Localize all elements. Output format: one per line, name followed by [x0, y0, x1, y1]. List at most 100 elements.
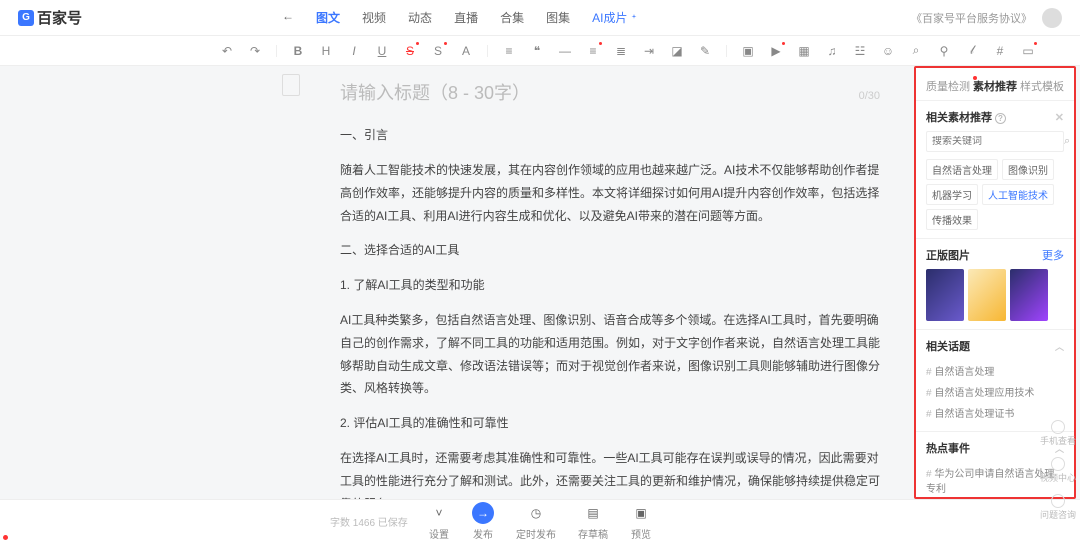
indent-icon[interactable]: ⇥: [642, 44, 656, 58]
font-color-icon[interactable]: A: [459, 44, 473, 58]
eraser-icon[interactable]: ◪: [670, 44, 684, 58]
eye-icon: ▣: [630, 502, 652, 524]
tag-item[interactable]: 传播效果: [926, 209, 978, 230]
stock-image[interactable]: [1010, 269, 1048, 321]
notification-dot-icon: [3, 535, 8, 540]
word-count: 字数 1466 已保存: [330, 514, 408, 529]
clock-icon: ◷: [525, 502, 547, 524]
strike-icon[interactable]: S: [403, 44, 417, 58]
avatar[interactable]: [1042, 8, 1062, 28]
arrow-right-icon: →: [472, 502, 494, 524]
topic-item[interactable]: 自然语言处理: [926, 360, 1064, 381]
rec-title: 相关素材推荐: [926, 112, 992, 124]
superscript-icon[interactable]: S: [431, 44, 445, 58]
search-input[interactable]: [932, 136, 1064, 147]
underline-icon[interactable]: U: [375, 44, 389, 58]
hash-icon[interactable]: #: [993, 44, 1007, 58]
sticker-icon[interactable]: ☺: [881, 44, 895, 58]
panel-tab-quality[interactable]: 质量检测: [926, 78, 970, 94]
page-stamp-icon: [282, 74, 300, 96]
nav-tab-feed[interactable]: 动态: [408, 9, 432, 26]
side-video-center[interactable]: 视频中心: [1040, 457, 1076, 484]
hr-icon[interactable]: —: [558, 44, 572, 58]
left-gutter: [0, 66, 310, 499]
link-icon[interactable]: 𝓁: [965, 43, 979, 58]
title-counter: 0/30: [859, 86, 880, 107]
schedule-button[interactable]: ◷ 定时发布: [516, 502, 556, 541]
align-icon[interactable]: ≡: [502, 44, 516, 58]
stock-image[interactable]: [968, 269, 1006, 321]
images-more[interactable]: 更多: [1042, 247, 1064, 263]
list-ol-icon[interactable]: ≡: [586, 44, 600, 58]
logo-icon: G: [18, 10, 34, 26]
audio-icon[interactable]: ♫: [825, 44, 839, 58]
panel-tab-material[interactable]: 素材推荐: [973, 78, 1017, 94]
stock-image[interactable]: [926, 269, 964, 321]
tag-item[interactable]: 人工智能技术: [982, 184, 1054, 205]
italic-icon[interactable]: I: [347, 44, 361, 58]
undo-icon[interactable]: ↶: [220, 44, 234, 58]
tag-item[interactable]: 机器学习: [926, 184, 978, 205]
side-help[interactable]: 问题咨询: [1040, 494, 1076, 521]
vote-icon[interactable]: ☳: [853, 44, 867, 58]
body-para[interactable]: 1. 了解AI工具的类型和功能: [340, 274, 880, 297]
nav-tab-text[interactable]: 图文: [316, 9, 340, 26]
body-para[interactable]: 二、选择合适的AI工具: [340, 239, 880, 262]
panel-tab-template[interactable]: 样式模板: [1020, 78, 1064, 94]
save-icon: ▤: [582, 502, 604, 524]
body-para[interactable]: 在选择AI工具时，还需要考虑其准确性和可靠性。一些AI工具可能存在误判或误导的情…: [340, 447, 880, 499]
nav-tab-ai-video[interactable]: AI成片: [592, 9, 639, 26]
quote-icon[interactable]: ❝: [530, 44, 544, 58]
chevron-down-icon: ˅: [428, 502, 450, 524]
app-header: G 百家号 ← 图文 视频 动态 直播 合集 图集 AI成片 《百家号平台服务协…: [0, 0, 1080, 36]
side-phone-preview[interactable]: 手机查看: [1040, 420, 1076, 447]
hot-title: 热点事件: [926, 440, 970, 456]
nav-tab-live[interactable]: 直播: [454, 9, 478, 26]
draft-button[interactable]: ▤ 存草稿: [578, 502, 608, 541]
card-icon[interactable]: ▭: [1021, 44, 1035, 58]
search-icon[interactable]: ⌕: [909, 43, 923, 58]
video-icon[interactable]: ▶: [769, 44, 783, 58]
body-para[interactable]: AI工具种类繁多，包括自然语言处理、图像识别、语音合成等多个领域。在选择AI工具…: [340, 309, 880, 400]
redo-icon[interactable]: ↷: [248, 44, 262, 58]
nav-tab-video[interactable]: 视频: [362, 9, 386, 26]
list-ul-icon[interactable]: ≣: [614, 44, 628, 58]
title-input[interactable]: 请输入标题（8 - 30字）: [340, 76, 530, 110]
nav-back[interactable]: ←: [282, 9, 294, 26]
search-icon[interactable]: ⌕: [1064, 135, 1070, 148]
image-icon[interactable]: ▣: [741, 44, 755, 58]
body-para[interactable]: 一、引言: [340, 124, 880, 147]
tag-item[interactable]: 自然语言处理: [926, 159, 998, 180]
body-para[interactable]: 随着人工智能技术的快速发展，其在内容创作领域的应用也越来越广泛。AI技术不仅能够…: [340, 159, 880, 227]
footer-bar: 字数 1466 已保存 ˅ 设置 → 发布 ◷ 定时发布 ▤ 存草稿 ▣ 预览: [0, 499, 1080, 543]
broom-icon[interactable]: ✎: [698, 44, 712, 58]
images-title: 正版图片: [926, 247, 970, 263]
table-icon[interactable]: ▦: [797, 44, 811, 58]
help-icon[interactable]: ?: [995, 113, 1006, 124]
agreement-link[interactable]: 《百家号平台服务协议》: [911, 10, 1032, 26]
preview-button[interactable]: ▣ 预览: [630, 502, 652, 541]
heading-icon[interactable]: H: [319, 44, 333, 58]
nav-tab-gallery[interactable]: 图集: [546, 9, 570, 26]
bold-icon[interactable]: B: [291, 44, 305, 58]
top-nav: ← 图文 视频 动态 直播 合集 图集 AI成片: [282, 9, 639, 26]
tag-item[interactable]: 图像识别: [1002, 159, 1054, 180]
close-icon[interactable]: ✕: [1055, 111, 1064, 124]
logo-text: 百家号: [37, 7, 82, 28]
help-icon: [1051, 494, 1065, 508]
chevron-up-icon[interactable]: ︿: [1055, 340, 1064, 353]
side-rail: 手机查看 视频中心 问题咨询: [1040, 420, 1076, 521]
phone-icon: [1051, 420, 1065, 434]
keyword-search[interactable]: ⌕: [926, 131, 1064, 152]
settings-button[interactable]: ˅ 设置: [428, 502, 450, 541]
video-icon: [1051, 457, 1065, 471]
editor-area[interactable]: 请输入标题（8 - 30字） 0/30 一、引言 随着人工智能技术的快速发展，其…: [310, 66, 910, 499]
logo[interactable]: G 百家号: [18, 7, 82, 28]
nav-tab-collection[interactable]: 合集: [500, 9, 524, 26]
topics-title: 相关话题: [926, 338, 970, 354]
publish-button[interactable]: → 发布: [472, 502, 494, 541]
body-para[interactable]: 2. 评估AI工具的准确性和可靠性: [340, 412, 880, 435]
topic-item[interactable]: 自然语言处理应用技术: [926, 381, 1064, 402]
sparkle-icon: [629, 13, 639, 23]
map-icon[interactable]: ⚲: [937, 44, 951, 58]
